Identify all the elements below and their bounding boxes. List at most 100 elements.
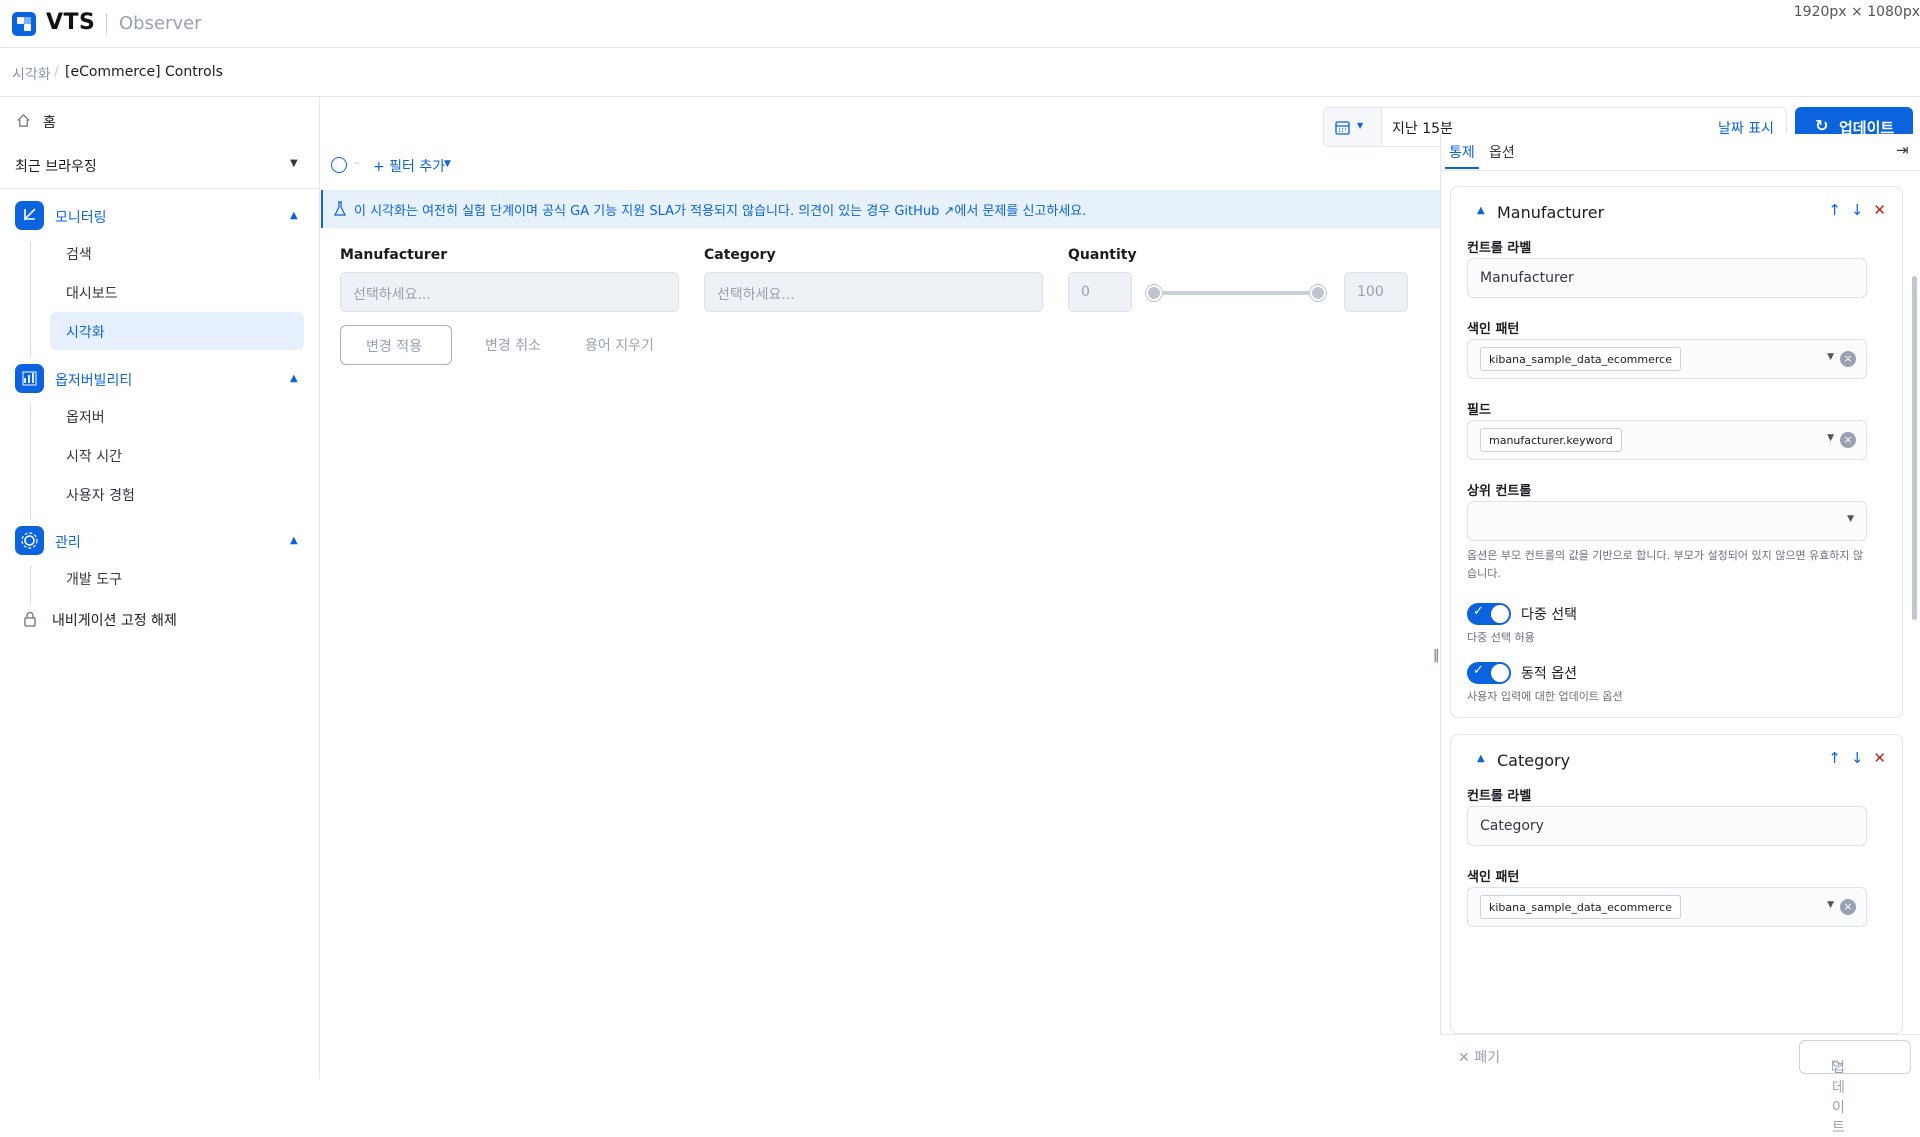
field-select[interactable]: manufacturer.keyword ▼ × <box>1467 420 1867 460</box>
index-pattern-select[interactable]: kibana_sample_data_ecommerce ▼ × <box>1467 887 1867 927</box>
lock-icon <box>24 611 36 627</box>
sidebar-nav: 홈 최근 브라우징 ▼ 모니터링 ▲ 검색 대시보드 시각화 옵저버빌리티 ▲ … <box>0 97 320 1079</box>
multi-select-help: 다중 선택 허용 <box>1467 631 1535 644</box>
panel-footer: ✕ 폐기 ▷ 업데이트 <box>1440 1034 1920 1136</box>
index-pattern-title: 색인 패턴 <box>1467 322 1520 337</box>
breadcrumb-current: [eCommerce] Controls <box>65 64 223 80</box>
card-title: Manufacturer <box>1497 203 1605 222</box>
dynamic-options-help: 사용자 입력에 대한 업데이트 옵션 <box>1467 690 1623 703</box>
chevron-up-icon: ▲ <box>290 210 298 221</box>
gear-icon <box>15 526 44 555</box>
sidebar-section-management[interactable]: 관리 ▲ <box>0 523 320 559</box>
top-header: VTS Observer 1920px × 1080px <box>0 0 1920 48</box>
sidebar-item-start-time[interactable]: 시작 시간 <box>50 436 304 474</box>
chevron-up-icon: ▲ <box>290 373 298 384</box>
clear-icon[interactable]: × <box>1840 432 1856 448</box>
resize-handle-icon[interactable]: ‖ <box>1433 648 1440 663</box>
quantity-max-input[interactable]: 100 <box>1344 272 1408 312</box>
collapse-card-icon[interactable]: ▲ <box>1477 205 1485 216</box>
calendar-icon <box>1335 121 1350 135</box>
quantity-min-input[interactable]: 0 <box>1068 272 1132 312</box>
panel-update-button[interactable]: ▷ 업데이트 <box>1799 1040 1911 1136</box>
check-icon: ✓ <box>1473 663 1484 678</box>
chevron-down-icon[interactable]: ▼ <box>1827 900 1834 910</box>
unpin-label: 내비게이션 고정 해제 <box>52 613 177 629</box>
control-label-input[interactable]: Category <box>1467 806 1867 846</box>
slider-max-handle[interactable] <box>1310 285 1326 301</box>
sidebar-item-search[interactable]: 검색 <box>50 234 304 272</box>
sidebar-item-label: 홈 <box>43 115 56 131</box>
chevron-down-icon: ▼ <box>290 158 298 169</box>
logo-text[interactable]: VTS <box>46 10 95 35</box>
move-up-icon[interactable]: ↑ <box>1828 749 1851 767</box>
move-down-icon[interactable]: ↓ <box>1851 749 1874 767</box>
multi-select-toggle[interactable]: ✓ <box>1467 603 1511 625</box>
clear-icon[interactable]: × <box>1840 899 1856 915</box>
sidebar-item-label: 검색 <box>66 247 92 263</box>
vts-logo-icon[interactable] <box>12 12 36 36</box>
tab-options[interactable]: 옵션 <box>1489 142 1515 162</box>
chevron-down-icon: ▼ <box>1357 121 1364 130</box>
monitoring-icon <box>15 201 44 230</box>
sidebar-section-observability[interactable]: 옵저버빌리티 ▲ <box>0 361 320 397</box>
unpin-navigation-button[interactable]: 내비게이션 고정 해제 <box>0 601 320 637</box>
collapse-panel-icon[interactable]: ⇥ <box>1896 141 1909 159</box>
chevron-down-icon[interactable]: ▼ <box>444 159 451 169</box>
quantity-range-slider[interactable] <box>1154 291 1318 295</box>
sidebar-item-user-experience[interactable]: 사용자 경험 <box>50 475 304 513</box>
saved-query-icon[interactable] <box>331 157 347 173</box>
control-label-value: Manufacturer <box>1480 270 1574 286</box>
sidebar-item-home[interactable]: 홈 <box>0 103 320 139</box>
manufacturer-select[interactable]: 선택하세요... <box>340 272 679 312</box>
move-up-icon[interactable]: ↑ <box>1828 201 1851 219</box>
parent-control-select[interactable]: ▼ <box>1467 501 1867 541</box>
parent-control-title: 상위 컨트롤 <box>1467 484 1532 499</box>
move-down-icon[interactable]: ↓ <box>1851 201 1874 219</box>
select-placeholder: 선택하세요... <box>717 287 795 303</box>
sidebar-item-label: 시작 시간 <box>66 449 122 465</box>
parent-control-help: 옵션은 부모 컨트롤의 값을 기반으로 합니다. 부모가 설정되어 있지 않으면… <box>1467 549 1864 580</box>
recent-browsing-dropdown[interactable]: 최근 브라우징 ▼ <box>0 147 320 183</box>
quick-menu-button[interactable]: ▼ <box>1324 108 1382 146</box>
dynamic-options-toggle[interactable]: ✓ <box>1467 662 1511 684</box>
clear-terms-button[interactable]: 용어 지우기 <box>585 335 654 355</box>
add-filter-button[interactable]: + 필터 추가 <box>373 156 445 176</box>
slider-min-handle[interactable] <box>1146 285 1162 301</box>
breadcrumb-visualize-link[interactable]: 시각화 <box>12 64 51 84</box>
active-tab-indicator <box>1445 167 1479 169</box>
panel-scrollbar[interactable] <box>1912 276 1917 620</box>
sidebar-item-observer[interactable]: 옵저버 <box>50 397 304 435</box>
sidebar-section-monitoring[interactable]: 모니터링 ▲ <box>0 198 320 234</box>
tab-controls[interactable]: 통제 <box>1449 142 1475 162</box>
remove-control-icon[interactable]: ✕ <box>1873 201 1886 219</box>
cancel-changes-button[interactable]: 변경 취소 <box>485 335 541 355</box>
sidebar-item-label: 옵저버 <box>66 410 105 426</box>
sidebar-item-label: 시각화 <box>66 325 105 341</box>
discard-button[interactable]: ✕ 폐기 <box>1458 1047 1500 1067</box>
clear-icon[interactable]: × <box>1840 351 1856 367</box>
remove-control-icon[interactable]: ✕ <box>1873 749 1886 767</box>
chevron-down-icon[interactable]: ▼ <box>1847 514 1854 524</box>
card-title: Category <box>1497 751 1571 770</box>
sidebar-item-label: 대시보드 <box>66 286 118 302</box>
control-label-input[interactable]: Manufacturer <box>1467 258 1867 298</box>
manufacturer-control-card: ▲ Manufacturer ↑↓✕ 컨트롤 라벨 Manufacturer 색… <box>1450 186 1903 718</box>
manufacturer-control-label: Manufacturer <box>340 247 448 263</box>
control-label-value: Category <box>1480 818 1544 834</box>
home-icon <box>17 114 30 127</box>
sidebar-item-label: 개발 도구 <box>66 572 122 588</box>
index-pattern-select[interactable]: kibana_sample_data_ecommerce ▼ × <box>1467 339 1867 379</box>
select-placeholder: 선택하세요... <box>353 287 431 303</box>
collapse-card-icon[interactable]: ▲ <box>1477 753 1485 764</box>
chevron-down-icon[interactable]: ▼ <box>1827 352 1834 362</box>
category-select[interactable]: 선택하세요... <box>704 272 1043 312</box>
sidebar-item-visualize[interactable]: 시각화 <box>50 312 304 350</box>
sidebar-item-dashboard[interactable]: 대시보드 <box>50 273 304 311</box>
dimension-readout: 1920px × 1080px <box>1793 4 1920 20</box>
control-label-title: 컨트롤 라벨 <box>1467 241 1532 256</box>
apply-changes-button[interactable]: 변경 적용 <box>340 325 452 365</box>
sidebar-item-dev-tools[interactable]: 개발 도구 <box>50 559 304 597</box>
sidebar-section-label: 관리 <box>55 535 81 551</box>
refresh-icon: ↻ <box>1815 116 1829 135</box>
chevron-down-icon[interactable]: ▼ <box>1827 433 1834 443</box>
